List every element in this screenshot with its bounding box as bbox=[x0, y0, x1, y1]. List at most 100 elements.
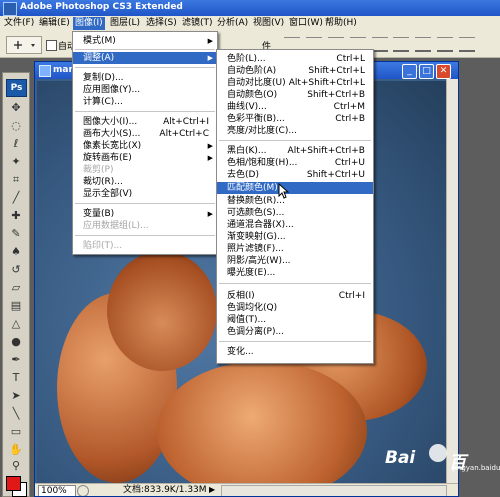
menu-bar: 文件(F) 编辑(E) 图像(I) 图层(L) 选择(S) 滤镜(T) 分析(A… bbox=[0, 16, 500, 32]
menu-filter[interactable]: 滤镜(T) bbox=[180, 17, 215, 30]
menu-item-apply-data-set: 应用数据组(L)... bbox=[83, 221, 149, 231]
menu-item-match-color[interactable]: 匹配颜色(M)... bbox=[217, 182, 373, 194]
tool-preset-picker[interactable] bbox=[6, 36, 42, 54]
menu-item-crop: 裁剪(P) bbox=[83, 165, 114, 175]
gradient-tool-icon[interactable]: ▤ bbox=[9, 299, 23, 313]
foreground-color-swatch[interactable] bbox=[6, 476, 21, 491]
menu-item-black-white[interactable]: 黑白(K)... Alt+Shift+Ctrl+B bbox=[217, 145, 373, 157]
minimize-button[interactable]: _ bbox=[402, 64, 417, 79]
notes-tool-icon[interactable]: ▭ bbox=[9, 425, 23, 439]
menu-item-auto-color[interactable]: 自动颜色(O) Shift+Ctrl+B bbox=[217, 89, 373, 101]
pen-tool-icon[interactable]: ✒ bbox=[9, 353, 23, 367]
menu-item-reveal-all[interactable]: 显示全部(V) bbox=[73, 188, 217, 200]
maximize-button[interactable]: □ bbox=[419, 64, 434, 79]
menu-item-gradient-map[interactable]: 渐变映射(G)... bbox=[217, 231, 373, 243]
menu-item-variations[interactable]: 变化... bbox=[217, 346, 373, 358]
menu-item-auto-contrast[interactable]: 自动对比度(U) Alt+Shift+Ctrl+L bbox=[217, 77, 373, 89]
menu-item-color-balance[interactable]: 色彩平衡(B)... Ctrl+B bbox=[217, 113, 373, 125]
menu-item-variables[interactable]: 变量(B) ▶ bbox=[73, 208, 217, 220]
shape-tool-icon[interactable]: ╲ bbox=[9, 407, 23, 421]
menu-image[interactable]: 图像(I) bbox=[73, 17, 105, 30]
menu-layer[interactable]: 图层(L) bbox=[108, 17, 142, 30]
align-right-icon[interactable] bbox=[393, 37, 410, 52]
horizontal-scrollbar[interactable] bbox=[221, 485, 447, 496]
distribute-top-icon[interactable] bbox=[415, 37, 432, 52]
photoshop-app-icon bbox=[3, 2, 17, 16]
menu-item-selective-color[interactable]: 可选颜色(S)... bbox=[217, 207, 373, 219]
menu-item-shadows-highlights[interactable]: 阴影/高光(W)... bbox=[217, 255, 373, 267]
eyedropper-tool-icon[interactable]: ╱ bbox=[9, 191, 23, 205]
document-title: mar bbox=[53, 65, 73, 75]
marquee-tool-icon[interactable]: ◌ bbox=[9, 119, 23, 133]
submenu-arrow-icon: ▶ bbox=[207, 210, 213, 218]
crop-tool-icon[interactable]: ⌗ bbox=[9, 173, 23, 187]
menu-item-auto-levels[interactable]: 自动色阶(A) Shift+Ctrl+L bbox=[217, 65, 373, 77]
app-title: Adobe Photoshop CS3 Extended bbox=[20, 2, 183, 12]
blur-tool-icon[interactable]: △ bbox=[9, 317, 23, 331]
distribute-center-icon[interactable] bbox=[437, 37, 454, 52]
menu-item-levels[interactable]: 色阶(L)... Ctrl+L bbox=[217, 53, 373, 65]
menu-item-curves[interactable]: 曲线(V)... Ctrl+M bbox=[217, 101, 373, 113]
document-info: 文档:833.9K/1.33M bbox=[123, 485, 207, 495]
submenu-arrow-icon: ▶ bbox=[207, 54, 213, 62]
hand-tool-icon[interactable]: ✋ bbox=[9, 443, 23, 457]
submenu-arrow-icon: ▶ bbox=[207, 142, 213, 150]
menu-item-rotate-canvas[interactable]: 旋转画布(E) ▶ bbox=[73, 152, 217, 164]
move-tool-icon bbox=[14, 41, 35, 49]
menu-item-photo-filter[interactable]: 照片滤镜(F)... bbox=[217, 243, 373, 255]
menu-item-exposure[interactable]: 曝光度(E)... bbox=[217, 267, 373, 279]
menu-analysis[interactable]: 分析(A) bbox=[215, 17, 250, 30]
menu-item-brightness-contrast[interactable]: 亮度/对比度(C)... bbox=[217, 125, 373, 137]
menu-item-apply-image[interactable]: 应用图像(Y)... bbox=[73, 84, 217, 96]
menu-item-duplicate[interactable]: 复制(D)... bbox=[73, 72, 217, 84]
menu-item-threshold[interactable]: 阈值(T)... bbox=[217, 314, 373, 326]
menu-edit[interactable]: 编辑(E) bbox=[37, 17, 72, 30]
magic-wand-tool-icon[interactable]: ✦ bbox=[9, 155, 23, 169]
submenu-arrow-icon: ▶ bbox=[207, 154, 213, 162]
photo-torso bbox=[157, 361, 367, 496]
navigator-icon[interactable] bbox=[77, 485, 89, 496]
clone-stamp-tool-icon[interactable]: ♠ bbox=[9, 245, 23, 259]
watermark-subtext: jingyan.baidu.com bbox=[453, 464, 500, 472]
menu-select[interactable]: 选择(S) bbox=[144, 17, 179, 30]
baidu-watermark: Bai 百 jingyan.baidu.com bbox=[383, 438, 500, 473]
menu-item-image-size[interactable]: 图像大小(I)... Alt+Ctrl+I bbox=[73, 116, 217, 128]
submenu-arrow-icon: ▶ bbox=[207, 37, 213, 45]
vertical-scrollbar[interactable] bbox=[446, 79, 458, 483]
document-icon bbox=[39, 65, 51, 77]
zoom-field[interactable]: 100% bbox=[38, 485, 76, 496]
menu-help[interactable]: 帮助(H) bbox=[323, 17, 359, 30]
eraser-tool-icon[interactable]: ▱ bbox=[9, 281, 23, 295]
lasso-tool-icon[interactable]: ℓ bbox=[9, 137, 23, 151]
close-button[interactable]: ✕ bbox=[436, 64, 451, 79]
menu-item-equalize[interactable]: 色调均化(Q) bbox=[217, 302, 373, 314]
menu-file[interactable]: 文件(F) bbox=[2, 17, 36, 30]
menu-item-trim[interactable]: 裁切(R)... bbox=[73, 176, 217, 188]
menu-item-desaturate[interactable]: 去色(D) Shift+Ctrl+U bbox=[217, 169, 373, 181]
dodge-tool-icon[interactable]: ● bbox=[9, 335, 23, 349]
healing-brush-tool-icon[interactable]: ✚ bbox=[9, 209, 23, 223]
menu-item-posterize[interactable]: 色调分离(P)... bbox=[217, 326, 373, 338]
type-tool-icon[interactable]: T bbox=[9, 371, 23, 385]
zoom-tool-icon[interactable]: ⚲ bbox=[9, 459, 23, 473]
menu-item-hue-saturation[interactable]: 色相/饱和度(H)... Ctrl+U bbox=[217, 157, 373, 169]
distribute-bottom-icon[interactable] bbox=[459, 37, 475, 52]
menu-window[interactable]: 窗口(W) bbox=[287, 17, 325, 30]
menu-view[interactable]: 视图(V) bbox=[251, 17, 286, 30]
move-tool-icon[interactable]: ✥ bbox=[9, 101, 23, 115]
menu-item-channel-mixer[interactable]: 通道混合器(X)... bbox=[217, 219, 373, 231]
auto-select-checkbox[interactable] bbox=[46, 40, 57, 51]
menu-item-calculations[interactable]: 计算(C)... bbox=[73, 96, 217, 108]
status-menu-arrow-icon[interactable]: ▶ bbox=[209, 485, 215, 494]
menu-item-canvas-size[interactable]: 画布大小(S)... Alt+Ctrl+C bbox=[73, 128, 217, 140]
menu-item-mode[interactable]: 模式(M) ▶ bbox=[73, 35, 217, 47]
toolbox: Ps ✥ ◌ ℓ ✦ ⌗ ╱ ✚ ✎ ♠ ↺ ▱ ▤ △ ● ✒ T ➤ ╲ ▭… bbox=[2, 72, 30, 497]
menu-item-pixel-aspect-ratio[interactable]: 像素长宽比(X) ▶ bbox=[73, 140, 217, 152]
menu-item-invert[interactable]: 反相(I) Ctrl+I bbox=[217, 290, 373, 302]
menu-item-adjustments[interactable]: 调整(A) ▶ bbox=[73, 52, 217, 64]
path-selection-tool-icon[interactable]: ➤ bbox=[9, 389, 23, 403]
history-brush-tool-icon[interactable]: ↺ bbox=[9, 263, 23, 277]
watermark-text-left: Bai bbox=[385, 448, 416, 468]
menu-item-replace-color[interactable]: 替换颜色(R)... bbox=[217, 195, 373, 207]
brush-tool-icon[interactable]: ✎ bbox=[9, 227, 23, 241]
